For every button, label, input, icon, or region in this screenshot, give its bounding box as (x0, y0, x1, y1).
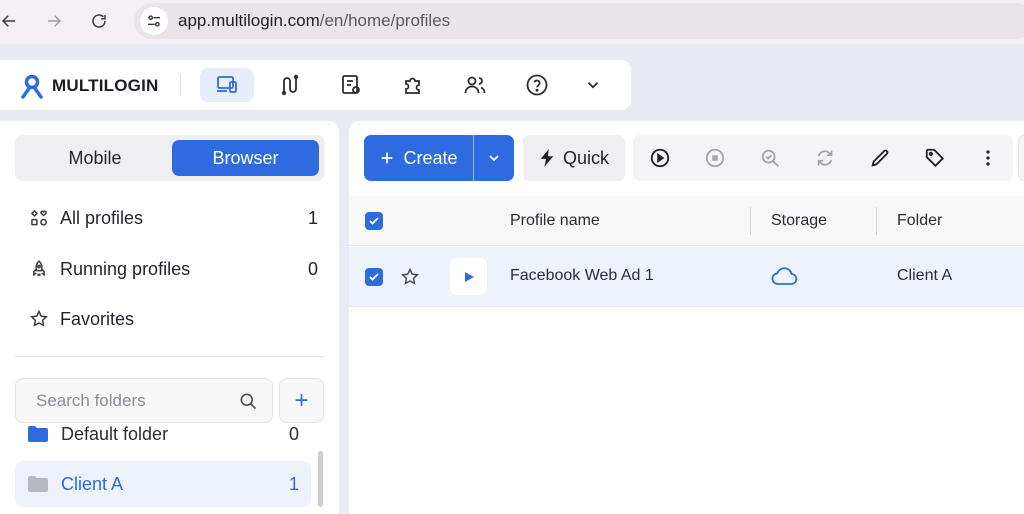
folder-icon (27, 475, 49, 493)
quick-button[interactable]: Quick (523, 135, 625, 181)
folder-list: Default folder 0 Client A 1 (15, 426, 311, 514)
extensions-icon[interactable] (386, 68, 440, 102)
sidebar-item-count: 0 (307, 258, 318, 279)
sidebar-item-count: 1 (307, 207, 318, 228)
back-icon[interactable] (0, 8, 22, 34)
help-icon[interactable] (510, 68, 564, 102)
search-placeholder: Search folders (36, 391, 146, 410)
sidebar-item-label: Favorites (60, 308, 135, 329)
profiles-panel: Create Quick Profile name Storage Folder… (349, 121, 1024, 514)
more-vertical-icon[interactable] (976, 146, 1000, 170)
forward-icon[interactable] (41, 8, 67, 34)
play-icon (464, 271, 474, 282)
automation-icon[interactable] (262, 68, 316, 102)
profile-actions-toolbar (633, 135, 1013, 181)
stop-icon[interactable] (703, 146, 727, 170)
nav-divider (180, 74, 181, 96)
launch-profile-button[interactable] (450, 258, 487, 295)
all-profiles-icon (28, 208, 50, 228)
folder-count: 1 (288, 473, 299, 494)
column-resizer[interactable] (876, 207, 877, 235)
folder-icon (27, 426, 49, 443)
column-header-storage[interactable]: Storage (771, 212, 827, 230)
url-text: app.multilogin.com/en/home/profiles (178, 11, 450, 31)
star-icon (28, 309, 50, 329)
profiles-icon[interactable] (200, 68, 254, 102)
sidebar-item-all-profiles[interactable]: All profiles 1 (28, 203, 318, 233)
browser-toolbar: app.multilogin.com/en/home/profiles (0, 0, 1024, 44)
tag-icon[interactable] (923, 146, 947, 170)
pencil-icon[interactable] (868, 146, 892, 170)
search-check-icon[interactable] (758, 146, 782, 170)
sidebar: Mobile Browser All profiles 1 Running pr… (0, 121, 339, 514)
plus-icon (382, 152, 393, 164)
url-host: app.multilogin.com (178, 11, 320, 30)
cloud-icon (770, 265, 798, 292)
row-checkbox[interactable] (365, 268, 383, 286)
table-header: Profile name Storage Folder (349, 196, 1024, 246)
chevron-down-icon[interactable] (566, 68, 620, 102)
folder-item-default[interactable]: Default folder 0 (15, 426, 311, 457)
sidebar-item-running-profiles[interactable]: Running profiles 0 (28, 254, 318, 284)
logo[interactable]: MULTILOGIN (20, 73, 159, 99)
sidebar-divider (15, 356, 324, 357)
address-bar[interactable]: app.multilogin.com/en/home/profiles (134, 3, 1024, 39)
folder-scrollbar[interactable] (318, 451, 323, 507)
create-button[interactable]: Create (364, 135, 473, 181)
reload-icon[interactable] (86, 8, 112, 34)
logo-text: MULTILOGIN (52, 76, 159, 95)
sidebar-item-label: All profiles (60, 207, 144, 228)
chevron-down-icon (489, 155, 499, 162)
url-path: /en/home/profiles (319, 11, 451, 30)
column-header-folder[interactable]: Folder (897, 212, 942, 230)
rocket-icon (28, 259, 50, 279)
platform-toggle: Mobile Browser (15, 135, 325, 181)
sidebar-item-favorites[interactable]: Favorites (28, 304, 318, 334)
table-row[interactable]: Facebook Web Ad 1 Client A (349, 247, 1024, 307)
select-all-checkbox[interactable] (365, 212, 383, 230)
create-dropdown-button[interactable] (474, 135, 514, 181)
profile-name-cell[interactable]: Facebook Web Ad 1 (510, 267, 654, 285)
add-folder-button[interactable]: + (279, 378, 324, 423)
create-label: Create (403, 147, 458, 168)
folder-name: Client A (61, 473, 124, 494)
folder-search-input[interactable]: Search folders (15, 378, 273, 423)
sync-icon[interactable] (813, 146, 837, 170)
proxy-icon[interactable] (324, 68, 378, 102)
toolbar-overflow-edge (1018, 135, 1024, 181)
tab-mobile[interactable]: Mobile (20, 140, 170, 176)
multilogin-logo-icon (21, 74, 43, 99)
column-resizer[interactable] (750, 207, 751, 235)
column-header-profile-name[interactable]: Profile name (510, 212, 600, 230)
team-icon[interactable] (448, 68, 502, 102)
quick-label: Quick (562, 147, 609, 168)
play-icon[interactable] (648, 146, 672, 170)
sidebar-item-label: Running profiles (60, 258, 191, 279)
folder-cell: Client A (897, 267, 953, 284)
app-top-nav: MULTILOGIN (0, 60, 631, 110)
search-icon (238, 391, 258, 416)
create-button-group: Create (364, 135, 514, 181)
folder-name: Default folder (61, 426, 169, 444)
site-settings-icon[interactable] (140, 7, 168, 35)
favorite-star-icon[interactable] (400, 267, 420, 292)
folder-count: 0 (288, 426, 299, 444)
tab-browser[interactable]: Browser (172, 140, 319, 176)
lightning-icon (540, 149, 554, 167)
folder-item-client-a[interactable]: Client A 1 (15, 461, 311, 507)
